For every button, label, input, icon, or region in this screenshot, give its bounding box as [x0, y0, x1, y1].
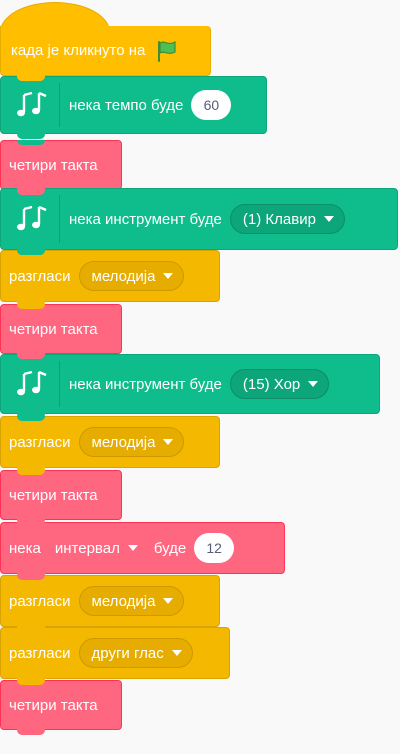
- play-sound-block[interactable]: разгласи мелодија: [0, 575, 220, 632]
- green-flag-icon: [155, 39, 179, 63]
- music-notes-icon: [9, 189, 55, 249]
- chevron-down-icon: [163, 439, 174, 445]
- chevron-down-icon: [163, 598, 174, 604]
- sound-dropdown-value: мелодија: [91, 267, 156, 285]
- play-label: разгласи: [9, 433, 71, 451]
- tempo-input[interactable]: 60: [191, 90, 232, 120]
- play-label: разгласи: [9, 267, 71, 285]
- when-flag-clicked-label: када је кликнуто на: [11, 42, 146, 59]
- instrument-dropdown[interactable]: (15) Хор: [229, 369, 330, 399]
- chevron-down-icon: [127, 545, 138, 551]
- four-bars-label: четири такта: [9, 320, 98, 338]
- sound-dropdown[interactable]: мелодија: [78, 427, 185, 457]
- set-tempo-label: нека темпо буде: [69, 96, 184, 114]
- sound-dropdown[interactable]: мелодија: [78, 261, 185, 291]
- set-variable-suffix: буде: [153, 539, 187, 557]
- play-sound-block[interactable]: разгласи мелодија: [0, 416, 220, 473]
- sound-dropdown[interactable]: мелодија: [78, 586, 185, 616]
- four-bars-block[interactable]: четири такта: [0, 304, 122, 359]
- play-sound-block[interactable]: разгласи мелодија: [0, 250, 220, 307]
- set-instrument-block[interactable]: нека инструмент буде (15) Хор: [0, 354, 380, 419]
- set-instrument-block[interactable]: нека инструмент буде (1) Клавир: [0, 188, 398, 255]
- instrument-dropdown-value: (15) Хор: [242, 375, 301, 393]
- four-bars-label: четири такта: [9, 696, 98, 714]
- variable-dropdown-value: интервал: [54, 539, 120, 557]
- chevron-down-icon: [171, 650, 182, 656]
- play-label: разгласи: [9, 592, 71, 610]
- chevron-down-icon: [163, 273, 174, 279]
- music-notes-icon: [9, 355, 55, 413]
- set-tempo-block[interactable]: нека темпо буде 60: [0, 76, 267, 139]
- sound-dropdown-value: други глас: [91, 644, 164, 662]
- chevron-down-icon: [323, 216, 334, 222]
- set-instrument-label: нека инструмент буде: [69, 210, 222, 228]
- sound-dropdown-value: мелодија: [91, 433, 156, 451]
- variable-dropdown[interactable]: интервал: [55, 540, 138, 557]
- when-flag-clicked-block[interactable]: када је кликнуто на: [0, 26, 211, 81]
- instrument-dropdown-value: (1) Клавир: [242, 210, 316, 228]
- instrument-dropdown[interactable]: (1) Клавир: [229, 204, 345, 234]
- sound-dropdown-value: мелодија: [91, 592, 156, 610]
- music-notes-icon: [9, 77, 55, 133]
- play-sound-block[interactable]: разгласи други глас: [0, 627, 230, 684]
- four-bars-block[interactable]: четири такта: [0, 680, 122, 735]
- four-bars-block[interactable]: четири такта: [0, 470, 122, 525]
- set-variable-prefix: нека: [9, 539, 41, 557]
- four-bars-label: четири такта: [9, 156, 98, 174]
- four-bars-label: четири такта: [9, 486, 98, 504]
- variable-value-input[interactable]: 12: [194, 533, 235, 563]
- set-variable-block[interactable]: нека интервал буде 12: [0, 522, 285, 579]
- sound-dropdown[interactable]: други глас: [78, 638, 193, 668]
- play-label: разгласи: [9, 644, 71, 662]
- code-workspace[interactable]: када је кликнуто на нека темпо буде 60 ч…: [0, 0, 400, 754]
- chevron-down-icon: [308, 381, 319, 387]
- set-instrument-label: нека инструмент буде: [69, 375, 222, 393]
- four-bars-block[interactable]: четири такта: [0, 140, 122, 195]
